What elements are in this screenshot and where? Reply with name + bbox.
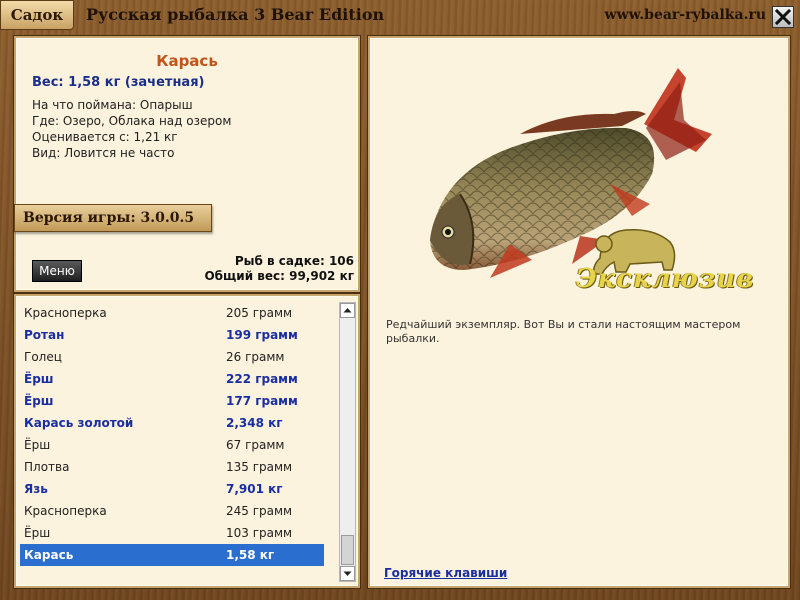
fish-info-panel: Карась Вес: 1,58 кг (зачетная) На что по…	[14, 36, 360, 292]
catch-list-row[interactable]: Язь 7,901 кг	[20, 478, 324, 500]
fish-weight: Вес: 1,58 кг (зачетная)	[32, 75, 205, 90]
catch-list-row[interactable]: Ротан 199 грамм	[20, 324, 324, 346]
catch-list[interactable]: Красноперка 205 грамм Ротан 199 грамм Голец 2…	[20, 302, 324, 580]
fish-name: Карась	[156, 52, 218, 70]
tab-sadok[interactable]: Садок	[0, 0, 74, 30]
info-where: Где: Озеро, Облака над озером	[32, 114, 232, 128]
close-button[interactable]	[772, 6, 794, 28]
catch-fish-name: Карась	[24, 548, 74, 562]
fish-count: Рыб в садке: 106	[234, 254, 354, 268]
catch-list-row[interactable]: Голец 26 грамм	[20, 346, 324, 368]
catch-list-row[interactable]: Красноперка 205 грамм	[20, 302, 324, 324]
catch-fish-weight: 199 грамм	[226, 328, 298, 342]
catch-fish-weight: 205 грамм	[226, 306, 293, 320]
catch-list-row[interactable]: Плотва 135 грамм	[20, 456, 324, 478]
catch-fish-weight: 1,58 кг	[226, 548, 275, 562]
catch-fish-weight: 2,348 кг	[226, 416, 283, 430]
arrow-up-icon	[343, 308, 352, 313]
catch-list-panel: Красноперка 205 грамм Ротан 199 грамм Голец 2…	[14, 294, 360, 588]
game-window: Садок Русская рыбалка 3 Bear Edition www…	[0, 0, 800, 600]
info-kind: Вид: Ловится не часто	[32, 146, 175, 160]
list-scrollbar[interactable]	[339, 302, 356, 582]
catch-fish-weight: 177 грамм	[226, 394, 298, 408]
menu-button[interactable]: Меню	[32, 260, 82, 282]
exclusive-badge-label: Эксклюзив	[576, 264, 755, 294]
close-icon	[774, 8, 792, 26]
app-title: Русская рыбалка 3 Bear Edition	[86, 5, 385, 24]
catch-fish-name: Голец	[24, 350, 62, 364]
catch-fish-name: Красноперка	[24, 306, 107, 320]
catch-fish-name: Ёрш	[24, 394, 54, 408]
catch-fish-weight: 26 грамм	[226, 350, 285, 364]
catch-fish-weight: 103 грамм	[226, 526, 293, 540]
catch-list-row[interactable]: Ёрш 103 грамм	[20, 522, 324, 544]
catch-list-row[interactable]: Карась 1,58 кг	[20, 544, 324, 566]
hotkeys-link[interactable]: Горячие клавиши	[384, 566, 507, 580]
catch-fish-weight: 135 грамм	[226, 460, 293, 474]
fish-detail-panel: Эксклюзив Редчайший экземпляр. Вот Вы и …	[368, 36, 790, 588]
fish-description: Редчайший экземпляр. Вот Вы и стали наст…	[386, 318, 741, 345]
catch-list-row[interactable]: Карась золотой 2,348 кг	[20, 412, 324, 434]
catch-fish-weight: 222 грамм	[226, 372, 298, 386]
info-rated-from: Оценивается с: 1,21 кг	[32, 130, 178, 144]
catch-fish-name: Ёрш	[24, 526, 51, 540]
catch-list-row[interactable]: Ёрш 67 грамм	[20, 434, 324, 456]
scroll-down-button[interactable]	[340, 566, 355, 581]
catch-fish-weight: 7,901 кг	[226, 482, 283, 496]
catch-fish-weight: 245 грамм	[226, 504, 293, 518]
catch-fish-name: Ротан	[24, 328, 65, 342]
info-caught-with: На что поймана: Опарыш	[32, 98, 193, 112]
scroll-up-button[interactable]	[340, 303, 355, 318]
scroll-thumb[interactable]	[341, 535, 354, 565]
catch-fish-name: Красноперка	[24, 504, 107, 518]
catch-list-row[interactable]: Ёрш 222 грамм	[20, 368, 324, 390]
catch-fish-name: Плотва	[24, 460, 70, 474]
version-plate: Версия игры: 3.0.0.5	[14, 204, 212, 232]
site-url: www.bear-rybalka.ru	[604, 7, 766, 23]
catch-fish-name: Карась золотой	[24, 416, 134, 430]
catch-list-row[interactable]: Красноперка 245 грамм	[20, 500, 324, 522]
catch-fish-weight: 67 грамм	[226, 438, 285, 452]
catch-fish-name: Язь	[24, 482, 48, 496]
catch-fish-name: Ёрш	[24, 438, 51, 452]
catch-list-row[interactable]: Ёрш 177 грамм	[20, 390, 324, 412]
title-bar: Садок Русская рыбалка 3 Bear Edition www…	[0, 0, 800, 34]
arrow-down-icon	[343, 571, 352, 576]
catch-fish-name: Ёрш	[24, 372, 54, 386]
total-weight: Общий вес: 99,902 кг	[204, 269, 354, 283]
